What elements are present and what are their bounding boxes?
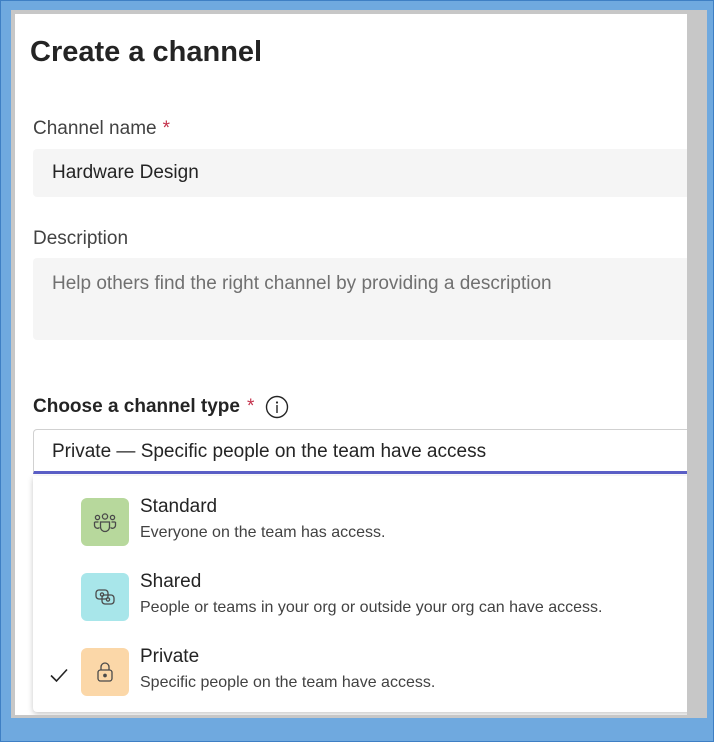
channel-name-label-text: Channel name bbox=[33, 118, 157, 139]
dialog-title: Create a channel bbox=[30, 36, 263, 68]
required-marker: * bbox=[246, 396, 255, 417]
option-title: Shared bbox=[140, 571, 202, 592]
description-label: Description bbox=[33, 228, 129, 249]
channel-name-input[interactable]: Hardware Design bbox=[33, 149, 687, 197]
channel-type-label-text: Choose a channel type bbox=[33, 396, 240, 417]
description-textarea[interactable]: Help others find the right channel by pr… bbox=[33, 258, 687, 340]
shared-link-icon bbox=[81, 573, 129, 621]
required-marker: * bbox=[162, 118, 170, 139]
option-title: Private bbox=[140, 646, 200, 667]
option-title: Standard bbox=[140, 496, 218, 517]
option-private[interactable]: Private Specific people on the team have… bbox=[33, 646, 687, 715]
info-icon[interactable] bbox=[265, 395, 289, 419]
lock-icon bbox=[81, 648, 129, 696]
people-team-icon bbox=[81, 498, 129, 546]
channel-name-label: Channel name * bbox=[33, 118, 170, 140]
option-description: People or teams in your org or outside y… bbox=[140, 599, 603, 616]
channel-type-dropdown: Standard Everyone on the team has access… bbox=[33, 476, 687, 712]
option-description: Everyone on the team has access. bbox=[140, 524, 386, 541]
channel-type-label: Choose a channel type * bbox=[33, 395, 289, 419]
option-description: Specific people on the team have access. bbox=[140, 674, 436, 691]
channel-type-select[interactable]: Private — Specific people on the team ha… bbox=[33, 429, 687, 474]
checkmark-icon bbox=[48, 664, 70, 686]
option-standard[interactable]: Standard Everyone on the team has access… bbox=[33, 496, 687, 566]
create-channel-dialog: Create a channel Channel name * Hardware … bbox=[15, 14, 687, 715]
option-shared[interactable]: Shared People or teams in your org or ou… bbox=[33, 571, 687, 641]
